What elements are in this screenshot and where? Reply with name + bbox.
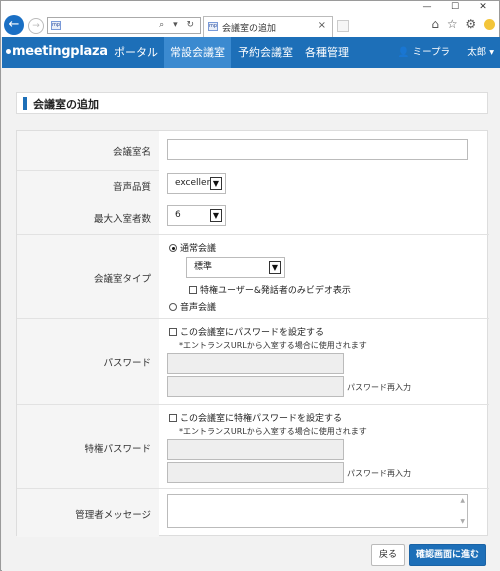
room-type-value-cell: 通常会議 標準 ▼ 特権ユーザー&発話者のみビデオ表示 音声会議 [159, 235, 489, 319]
nav-reserved-rooms[interactable]: 予約会議室 [232, 37, 299, 68]
close-window-button[interactable]: ✕ [469, 1, 497, 13]
forward-arrow-icon[interactable]: → [28, 18, 44, 34]
maximize-button[interactable]: ☐ [441, 1, 469, 13]
user-menu[interactable]: 👤 ミープラ [398, 37, 450, 68]
app-header: meetingplaza ポータル 常設会議室 予約会議室 各種管理 👤 ミープ… [2, 37, 500, 68]
tab-close-icon[interactable]: × [318, 20, 326, 31]
admin-message-textarea[interactable]: ▲ ▼ [167, 494, 468, 528]
page-title-box: 会議室の追加 [16, 92, 488, 114]
audio-quality-select[interactable]: excellent ▼ [167, 173, 226, 194]
max-participants-select[interactable]: 6 ▼ [167, 205, 226, 226]
password-set-label: この会議室にパスワードを設定する [180, 328, 325, 338]
priv-password-note: *エントランスURLから入室する場合に使用されます [179, 427, 367, 436]
admin-message-label: 管理者メッセージ [75, 510, 151, 521]
tab-title: 会議室の追加 [222, 24, 277, 34]
user-name: 太郎 [467, 47, 487, 58]
priv-password-value-cell: この会議室に特権パスワードを設定する *エントランスURLから入室する場合に使用… [159, 405, 489, 489]
password-set-option[interactable]: この会議室にパスワードを設定する [169, 325, 324, 338]
browser-window: — ☐ ✕ ← → mp ⌕ ▾ ↻ mp 会議室の追加 × ⌂ ☆ ⚙ mee… [0, 0, 500, 571]
chevron-down-icon: ▼ [210, 177, 222, 190]
page-title: 会議室の追加 [33, 98, 99, 111]
password-reenter-label: パスワード再入力 [347, 383, 411, 392]
max-participants-label-cell: 最大入室者数 [17, 201, 159, 235]
app-logo[interactable]: meetingplaza [6, 44, 108, 59]
back-button[interactable]: 戻る [371, 544, 405, 566]
room-type-audio-label: 音声会議 [180, 303, 217, 313]
browser-toolbar: ← → mp ⌕ ▾ ↻ mp 会議室の追加 × ⌂ ☆ ⚙ [1, 13, 499, 37]
password-label: パスワード [103, 358, 151, 369]
password-input[interactable] [167, 353, 344, 374]
room-name-value-cell [159, 131, 489, 171]
nav-portal[interactable]: ポータル [108, 37, 164, 68]
audio-quality-label: 音声品質 [112, 182, 151, 193]
checkbox-icon[interactable] [189, 286, 197, 294]
back-arrow-icon[interactable]: ← [4, 15, 24, 35]
password-label-cell: パスワード [17, 319, 159, 405]
home-icon[interactable]: ⌂ [431, 17, 441, 31]
user-name-menu[interactable]: 太郎 ▾ [467, 37, 494, 68]
main-content: 会議室の追加 会議室名 音声品質 excellent ▼ 最大入室者数 6 ▼ 会議… [2, 68, 500, 571]
feedback-smiley-icon[interactable] [484, 19, 495, 30]
priv-password-confirm-input[interactable] [167, 462, 344, 483]
priv-password-reenter-label: パスワード再入力 [347, 469, 411, 478]
priv-password-label: 特権パスワード [84, 444, 151, 455]
address-tools[interactable]: ⌕ ▾ ↻ [159, 20, 197, 30]
tab-favicon-icon: mp [208, 22, 218, 31]
confirm-button[interactable]: 確認画面に進む [409, 544, 486, 566]
logo-dot-icon [6, 49, 11, 54]
favorites-star-icon[interactable]: ☆ [447, 17, 460, 31]
title-accent-bar [23, 97, 27, 110]
scroll-down-icon[interactable]: ▼ [460, 518, 465, 525]
radio-selected-icon[interactable] [169, 244, 177, 252]
priv-password-label-cell: 特権パスワード [17, 405, 159, 489]
checkbox-icon[interactable] [169, 414, 177, 422]
audio-quality-label-cell: 音声品質 [17, 171, 159, 201]
admin-message-label-cell: 管理者メッセージ [17, 489, 159, 537]
scroll-up-icon[interactable]: ▲ [460, 497, 465, 504]
settings-gear-icon[interactable]: ⚙ [465, 17, 478, 31]
minimize-button[interactable]: — [413, 1, 441, 13]
nav-management[interactable]: 各種管理 [299, 37, 355, 68]
password-confirm-input[interactable] [167, 376, 344, 397]
room-name-label-cell: 会議室名 [17, 131, 159, 171]
new-tab-button[interactable] [337, 20, 349, 32]
room-type-label: 会議室タイプ [93, 274, 151, 285]
user-label: ミープラ [412, 47, 450, 58]
room-type-normal-option[interactable]: 通常会議 [169, 241, 216, 254]
privileged-video-only-label: 特権ユーザー&発話者のみビデオ表示 [200, 286, 351, 296]
password-note: *エントランスURLから入室する場合に使用されます [179, 341, 367, 350]
password-value-cell: この会議室にパスワードを設定する *エントランスURLから入室する場合に使用され… [159, 319, 489, 405]
room-type-audio-option[interactable]: 音声会議 [169, 300, 216, 313]
max-participants-value-cell: 6 ▼ [159, 201, 489, 235]
browser-tab[interactable]: mp 会議室の追加 × [203, 16, 333, 37]
max-participants-label: 最大入室者数 [93, 214, 151, 225]
room-type-sub-value: 標準 [194, 262, 213, 272]
room-name-label: 会議室名 [112, 147, 151, 158]
nav-permanent-rooms[interactable]: 常設会議室 [164, 37, 231, 68]
room-type-sub-select[interactable]: 標準 ▼ [186, 257, 285, 278]
address-bar[interactable]: mp ⌕ ▾ ↻ [47, 17, 201, 34]
admin-message-value-cell: ▲ ▼ [159, 489, 489, 537]
room-type-normal-label: 通常会議 [180, 244, 217, 254]
privileged-video-only-option[interactable]: 特権ユーザー&発話者のみビデオ表示 [189, 283, 351, 296]
browser-right-tools: ⌂ ☆ ⚙ [431, 17, 495, 31]
radio-unselected-icon[interactable] [169, 303, 177, 311]
title-bar: — ☐ ✕ [1, 1, 499, 13]
room-name-input[interactable] [167, 139, 468, 160]
priv-password-set-label: この会議室に特権パスワードを設定する [180, 414, 343, 424]
chevron-down-icon: ▼ [210, 209, 222, 222]
checkbox-icon[interactable] [169, 328, 177, 336]
audio-quality-value-cell: excellent ▼ [159, 171, 489, 201]
priv-password-input[interactable] [167, 439, 344, 460]
priv-password-set-option[interactable]: この会議室に特権パスワードを設定する [169, 411, 342, 424]
add-room-form: 会議室名 音声品質 excellent ▼ 最大入室者数 6 ▼ 会議室タイプ 通常… [16, 130, 489, 537]
chevron-down-icon: ▼ [269, 261, 281, 274]
room-type-label-cell: 会議室タイプ [17, 235, 159, 319]
logo-text: meetingplaza [12, 44, 108, 59]
max-participants-value: 6 [175, 210, 181, 220]
site-favicon-icon: mp [51, 21, 61, 30]
